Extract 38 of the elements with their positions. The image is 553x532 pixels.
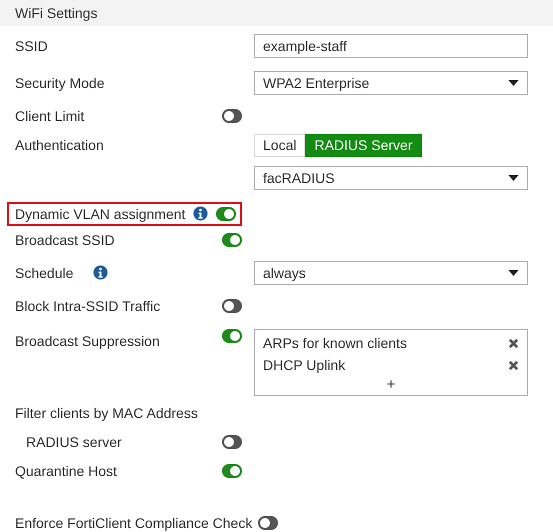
field-label: Quarantine Host — [15, 462, 117, 478]
dropdown[interactable]: WPA2 Enterprise — [254, 70, 528, 94]
remove-icon[interactable] — [508, 338, 519, 348]
field-label: SSID — [15, 38, 48, 54]
field-label: Broadcast SSID — [15, 232, 115, 248]
field-label: Schedule — [15, 264, 74, 280]
caret-icon — [508, 174, 519, 180]
toggle-switch[interactable] — [222, 329, 242, 343]
caret-icon — [508, 80, 519, 86]
field-label: Dynamic VLAN assignment — [15, 206, 186, 222]
add-button[interactable]: + — [384, 376, 398, 394]
toggle-switch[interactable] — [222, 298, 242, 312]
toggle-switch[interactable] — [216, 206, 236, 220]
ssid-input-field[interactable]: example-staff — [254, 34, 528, 58]
auth-option-button[interactable]: Local — [254, 134, 306, 156]
field-label: Block Intra-SSID Traffic — [15, 298, 160, 314]
toggle-switch[interactable] — [222, 434, 242, 448]
field-label: Filter clients by MAC Address — [15, 404, 198, 420]
info-icon[interactable] — [93, 265, 108, 280]
section-title: WiFi Settings — [15, 5, 98, 21]
remove-icon[interactable] — [508, 360, 519, 370]
dropdown[interactable]: always — [254, 260, 528, 284]
tag-label: DHCP Uplink — [263, 357, 346, 373]
toggle-switch[interactable] — [222, 108, 242, 122]
field-label: Enforce FortiClient Compliance Check — [15, 514, 252, 530]
field-label: RADIUS server — [26, 434, 122, 450]
info-icon[interactable] — [193, 206, 208, 221]
field-label: Security Mode — [15, 74, 104, 90]
toggle-switch[interactable] — [222, 232, 242, 246]
dropdown[interactable]: facRADIUS — [254, 166, 528, 190]
tag-label: ARPs for known clients — [263, 335, 407, 351]
toggle-switch[interactable] — [258, 516, 278, 530]
caret-icon — [508, 270, 519, 276]
toggle-switch[interactable] — [222, 464, 242, 478]
field-label: Broadcast Suppression — [15, 333, 160, 349]
auth-option-button[interactable]: RADIUS Server — [305, 134, 422, 156]
field-label: Client Limit — [15, 108, 84, 124]
field-label: Authentication — [15, 136, 104, 152]
